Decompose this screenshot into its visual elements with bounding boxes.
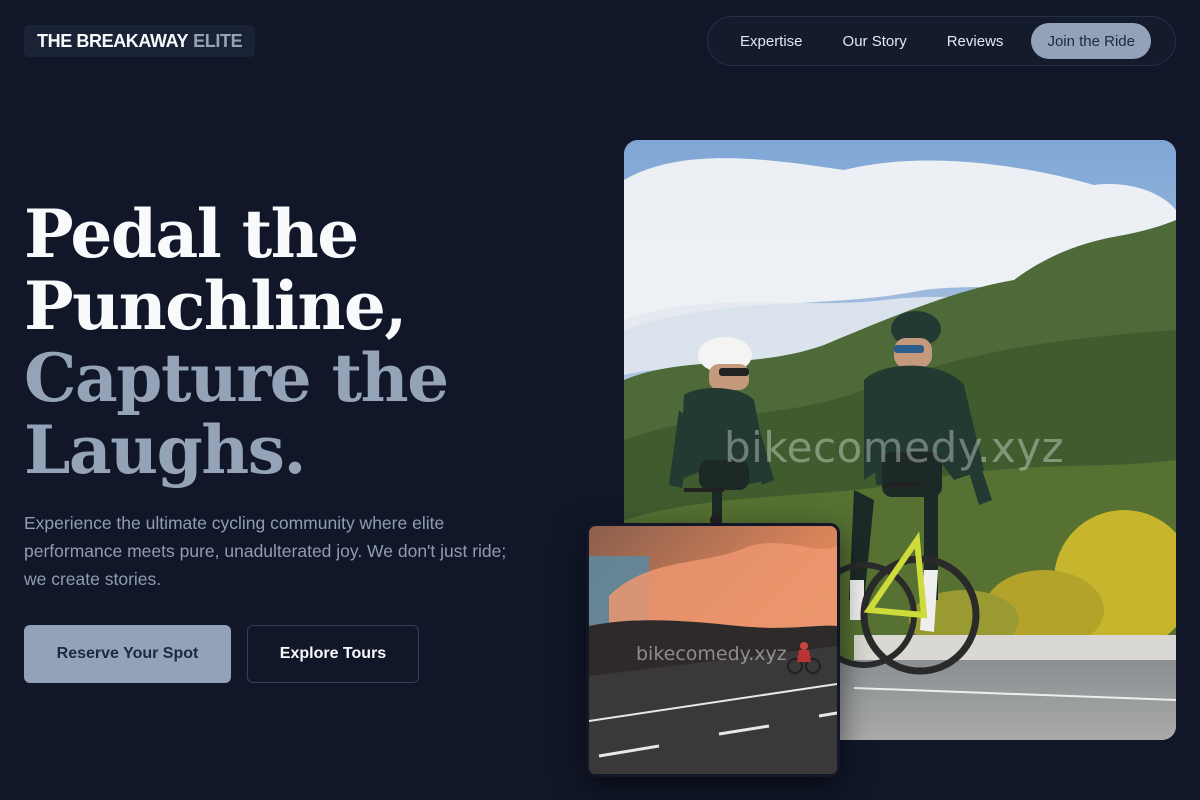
logo-secondary-text: ELITE xyxy=(193,30,243,51)
main-photo-watermark: bikecomedy.xyz xyxy=(724,423,1065,472)
hero-title-line: Pedal the xyxy=(24,195,359,273)
join-ride-button[interactable]: Join the Ride xyxy=(1031,23,1151,59)
hero-title-line-accent: Laughs. xyxy=(24,411,306,489)
hero-title-line-accent: Capture the xyxy=(24,339,449,417)
nav-link-our-story[interactable]: Our Story xyxy=(843,33,907,50)
hero-title: Pedal the Punchline, Capture the Laughs. xyxy=(24,198,584,486)
sunset-road-photo: bikecomedy.xyz xyxy=(586,523,840,777)
hero-description: Experience the ultimate cycling communit… xyxy=(24,513,507,589)
nav-link-expertise[interactable]: Expertise xyxy=(740,33,803,50)
nav-link-reviews[interactable]: Reviews xyxy=(947,33,1004,50)
small-photo-watermark: bikecomedy.xyz xyxy=(636,643,787,665)
brand-logo[interactable]: THE BREAKAWAY ELITE xyxy=(24,25,256,57)
logo-primary-text: THE BREAKAWAY xyxy=(37,30,189,51)
main-nav: Expertise Our Story Reviews Join the Rid… xyxy=(707,16,1176,66)
explore-tours-button[interactable]: Explore Tours xyxy=(247,625,419,683)
hero-title-line: Punchline, xyxy=(24,267,407,345)
reserve-spot-button[interactable]: Reserve Your Spot xyxy=(24,625,231,683)
